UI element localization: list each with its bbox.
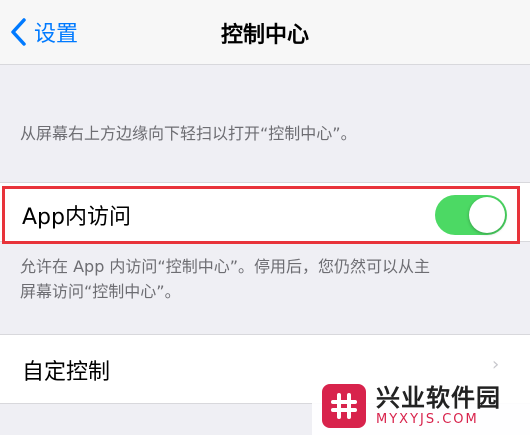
customize-label: 自定控制 [22, 360, 111, 385]
page-title: 控制中心 [220, 23, 309, 48]
watermark: 兴业软件园 MYXYJS.COM [312, 376, 530, 435]
app-access-description-line1: 允许在 App 内访问“控制中心”。停用后，您仍然可以从主 [20, 257, 431, 276]
navigation-bar: 设置 控制中心 [0, 0, 530, 65]
watermark-logo-icon [322, 383, 366, 428]
watermark-name: 兴业软件园 [376, 383, 501, 412]
watermark-site: MYXYJS.COM [376, 411, 479, 427]
highlight-box [2, 186, 520, 244]
intro-text: 从屏幕右上方边缘向下轻扫以打开“控制中心”。 [20, 124, 357, 143]
chevron-right-icon: › [492, 354, 500, 375]
app-access-description-line2: 屏幕访问“控制中心”。 [20, 282, 181, 301]
